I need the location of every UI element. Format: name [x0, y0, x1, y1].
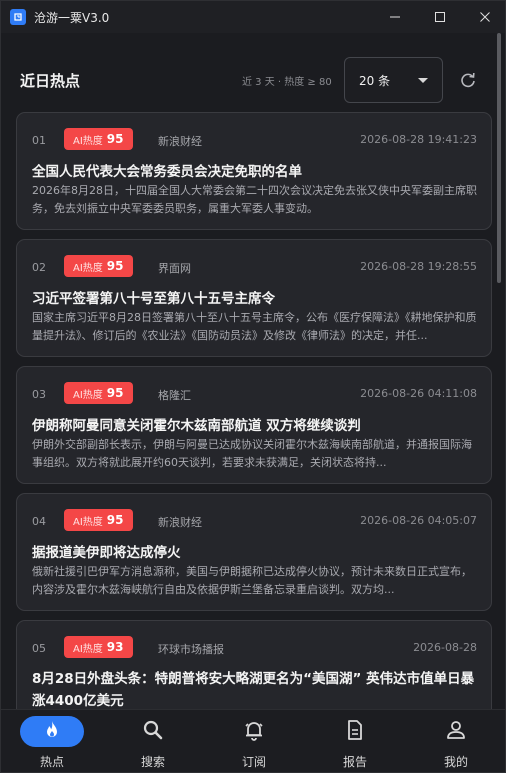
title-bar: 沧游一粟V3.0: [1, 1, 505, 33]
nav-item-profile[interactable]: 我的: [421, 710, 491, 772]
count-select[interactable]: 20 条: [344, 57, 443, 103]
maximize-button[interactable]: [417, 1, 462, 33]
page-header: 近日热点 近 3 天 · 热度 ≥ 80 20 条: [1, 51, 499, 111]
item-source: 环球市场播报: [158, 643, 224, 656]
heat-badge: AI热度 93: [64, 636, 133, 658]
app-logo-icon: [10, 9, 26, 25]
item-title: 伊朗称阿曼同意关闭霍尔木兹南部航道 双方将继续谈判: [32, 418, 361, 434]
search-icon: [143, 720, 163, 740]
heat-badge-label: AI热度: [73, 262, 103, 274]
close-icon: [479, 12, 490, 22]
item-title: 8月28日外盘头条：特朗普将安大略湖更名为“美国湖” 英伟达市值单日暴涨4400…: [32, 671, 475, 709]
document-icon: [348, 720, 362, 740]
minimize-icon: [389, 16, 400, 18]
item-index: 04: [32, 515, 46, 528]
page-title: 近日热点: [20, 72, 81, 90]
nav-item-subscribe[interactable]: 订阅: [219, 710, 289, 772]
item-time: 2026-08-26 04:11:08: [360, 387, 477, 400]
filter-hint: 近 3 天 · 热度 ≥ 80: [242, 77, 332, 88]
nav-label: 热点: [39, 755, 64, 769]
item-title: 据报道美伊即将达成停火: [32, 545, 181, 561]
heat-badge: AI热度 95: [64, 128, 133, 150]
heat-badge-label: AI热度: [73, 389, 103, 401]
heat-badge-label: AI热度: [73, 516, 103, 528]
heat-badge-value: 95: [106, 132, 124, 146]
count-select-value: 20 条: [359, 73, 391, 88]
item-title: 习近平签署第八十号至第八十五号主席令: [32, 291, 275, 307]
refresh-icon[interactable]: [459, 71, 477, 89]
item-source: 格隆汇: [158, 389, 191, 402]
item-source: 界面网: [158, 262, 191, 275]
flame-icon: [47, 721, 57, 737]
bottom-nav: 热点 搜索 订阅 报告 我的: [1, 709, 505, 772]
heat-badge-value: 95: [106, 386, 124, 400]
item-summary: 伊朗外交部副部长表示，伊朗与阿曼已达成协议关闭霍尔木兹海峡南部航道，并通报国际海…: [32, 438, 472, 469]
window-title: 沧游一粟V3.0: [34, 10, 110, 25]
nav-label: 搜索: [140, 755, 165, 769]
item-index: 01: [32, 134, 46, 147]
list-item[interactable]: 02 AI热度 95 界面网 2026-08-28 19:28:55 习近平签署…: [16, 239, 492, 357]
nav-label: 报告: [342, 755, 367, 769]
nav-label: 订阅: [241, 755, 266, 769]
item-time: 2026-08-28: [413, 641, 477, 654]
heat-badge-label: AI热度: [73, 643, 103, 655]
nav-item-search[interactable]: 搜索: [118, 710, 188, 772]
item-title: 全国人民代表大会常务委员会决定免职的名单: [32, 164, 302, 180]
item-index: 02: [32, 261, 46, 274]
item-time: 2026-08-28 19:41:23: [360, 133, 477, 146]
heat-badge: AI热度 95: [64, 255, 133, 277]
heat-badge: AI热度 95: [64, 509, 133, 531]
item-summary: 2026年8月28日，十四届全国人大常委会第二十四次会议决定免去张又侠中央军委副…: [32, 184, 477, 215]
nav-item-reports[interactable]: 报告: [320, 710, 390, 772]
list-item[interactable]: 04 AI热度 95 新浪财经 2026-08-26 04:05:07 据报道美…: [16, 493, 492, 611]
minimize-button[interactable]: [372, 1, 417, 33]
heat-badge-value: 95: [106, 259, 124, 273]
hot-list: 01 AI热度 95 新浪财经 2026-08-28 19:41:23 全国人民…: [16, 112, 492, 747]
list-item[interactable]: 01 AI热度 95 新浪财经 2026-08-28 19:41:23 全国人民…: [16, 112, 492, 230]
item-summary: 国家主席习近平8月28日签署第八十至八十五号主席令，公布《医疗保障法》《耕地保护…: [32, 311, 477, 342]
list-item[interactable]: 03 AI热度 95 格隆汇 2026-08-26 04:11:08 伊朗称阿曼…: [16, 366, 492, 484]
app-window: 沧游一粟V3.0 近日热点 近 3 天 · 热度 ≥ 80 20 条 01 AI…: [0, 0, 506, 773]
item-source: 新浪财经: [158, 516, 202, 529]
item-summary: 俄新社援引巴伊军方消息源称，美国与伊朗据称已达成停火协议，预计未来数日正式宣布，…: [32, 565, 472, 596]
bell-icon: [245, 722, 263, 741]
item-time: 2026-08-26 04:05:07: [360, 514, 477, 527]
user-icon: [447, 721, 465, 739]
heat-badge-value: 95: [106, 513, 124, 527]
nav-item-hot[interactable]: 热点: [17, 710, 87, 772]
heat-badge: AI热度 95: [64, 382, 133, 404]
item-index: 05: [32, 642, 46, 655]
item-source: 新浪财经: [158, 135, 202, 148]
heat-badge-value: 93: [106, 640, 124, 654]
item-time: 2026-08-28 19:28:55: [360, 260, 477, 273]
item-index: 03: [32, 388, 46, 401]
nav-label: 我的: [443, 755, 468, 769]
maximize-icon: [434, 12, 445, 22]
chevron-down-icon: [418, 77, 428, 83]
close-button[interactable]: [462, 1, 505, 33]
heat-badge-label: AI热度: [73, 135, 103, 147]
